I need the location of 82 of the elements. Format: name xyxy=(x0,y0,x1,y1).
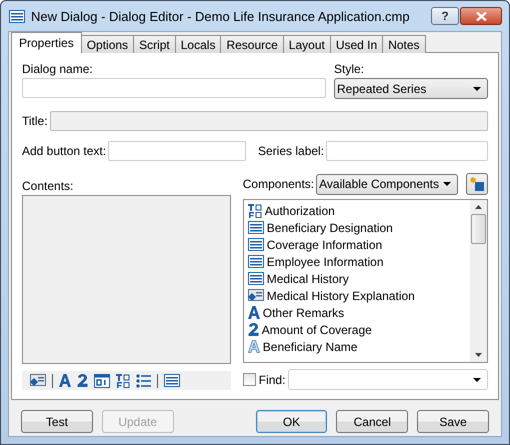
component-label: Coverage Information xyxy=(266,238,382,252)
dialog-button[interactable]: Save xyxy=(417,410,489,433)
dropdown-arrow-icon xyxy=(473,86,481,90)
image-form-icon xyxy=(248,289,264,302)
new-item-icon xyxy=(470,177,484,191)
close-button[interactable] xyxy=(460,7,502,25)
component-item[interactable]: Beneficiary Designation xyxy=(248,219,466,236)
scroll-down-icon xyxy=(475,353,482,357)
grid-icon xyxy=(116,374,130,388)
form-icon xyxy=(248,255,264,268)
window-icon xyxy=(9,10,25,22)
form-icon xyxy=(248,272,264,285)
bullet-list-icon xyxy=(136,374,151,388)
scroll-thumb[interactable] xyxy=(471,214,486,244)
form-icon xyxy=(164,374,180,387)
field-label: Components: xyxy=(242,177,314,191)
component-item[interactable]: Medical History xyxy=(248,270,466,287)
component-label: Employee Information xyxy=(266,254,384,268)
toolbar-button[interactable] xyxy=(59,374,71,387)
component-item[interactable]: Amount of Coverage xyxy=(248,321,466,338)
toolbar-button[interactable] xyxy=(136,374,151,388)
style-dropdown[interactable]: Repeated Series xyxy=(334,78,488,99)
form-icon xyxy=(248,238,264,251)
field-label: Title: xyxy=(22,114,48,128)
letter-icon xyxy=(59,374,71,387)
component-item[interactable]: Beneficiary Name xyxy=(248,338,466,355)
contents-box[interactable] xyxy=(22,195,231,364)
component-label: Beneficiary Designation xyxy=(266,220,393,234)
component-label: Other Remarks xyxy=(262,306,344,320)
toolbar-button[interactable] xyxy=(164,374,180,387)
letter-icon xyxy=(248,306,260,319)
component-item[interactable]: Employee Information xyxy=(248,253,466,270)
find-checkbox[interactable] xyxy=(242,373,256,386)
toolbar-button[interactable] xyxy=(77,374,88,387)
tab[interactable]: Options xyxy=(82,35,134,53)
tab[interactable]: Properties xyxy=(11,32,82,53)
scroll-up-icon xyxy=(475,205,482,209)
dialog-button[interactable]: OK xyxy=(256,410,328,433)
numeral-icon xyxy=(77,374,88,387)
series-label-field[interactable] xyxy=(326,141,488,161)
tab[interactable]: Layout xyxy=(284,35,331,53)
toolbar-button[interactable] xyxy=(116,374,130,388)
field-label: Contents: xyxy=(22,179,74,193)
add-button-text-field[interactable] xyxy=(108,141,246,161)
outlined-letter-icon xyxy=(248,340,260,353)
field-label: Dialog name: xyxy=(22,61,94,78)
scrollbar[interactable] xyxy=(470,200,487,362)
grid-icon xyxy=(248,204,262,218)
component-label: Medical History Explanation xyxy=(266,288,415,302)
help-button[interactable]: ? xyxy=(431,7,459,25)
component-item[interactable]: Other Remarks xyxy=(248,304,466,321)
tab[interactable]: Resource xyxy=(221,35,284,53)
component-item[interactable]: Medical History Explanation xyxy=(248,287,466,304)
tab[interactable]: Locals xyxy=(176,35,222,53)
tab[interactable]: Script xyxy=(134,35,176,53)
numeral-icon xyxy=(248,323,259,336)
toolbar-button[interactable] xyxy=(30,374,46,387)
tab[interactable]: Used In xyxy=(330,35,384,53)
component-label: Amount of Coverage xyxy=(262,322,372,336)
field-label: Find: xyxy=(258,372,286,386)
component-label: Beneficiary Name xyxy=(262,340,358,354)
dropdown-arrow-icon xyxy=(443,182,451,186)
toolbar-button[interactable] xyxy=(94,374,110,388)
component-item[interactable]: Coverage Information xyxy=(248,236,466,253)
dialog-name-field[interactable] xyxy=(22,78,326,98)
component-label: Medical History xyxy=(266,272,349,286)
calendar-icon xyxy=(94,374,110,388)
tab[interactable]: Notes xyxy=(383,35,426,53)
close-icon xyxy=(476,12,486,20)
new-component-button[interactable] xyxy=(466,173,488,195)
dialog-button[interactable]: Test xyxy=(21,410,93,433)
dropdown-arrow-icon xyxy=(473,378,481,382)
dialog-button[interactable]: Cancel xyxy=(336,410,408,433)
component-label: Authorization xyxy=(264,204,335,218)
field-label: Series label: xyxy=(258,144,324,158)
form-icon xyxy=(248,221,264,234)
components-dropdown[interactable]: Available Components xyxy=(316,174,458,194)
window-title: New Dialog - Dialog Editor - Demo Life Insurance Application.cmp xyxy=(31,8,411,24)
image-form-icon xyxy=(30,374,46,387)
field-label: Add button text: xyxy=(22,144,106,158)
field-label: Style: xyxy=(334,61,366,78)
component-item[interactable]: Authorization xyxy=(248,202,466,219)
